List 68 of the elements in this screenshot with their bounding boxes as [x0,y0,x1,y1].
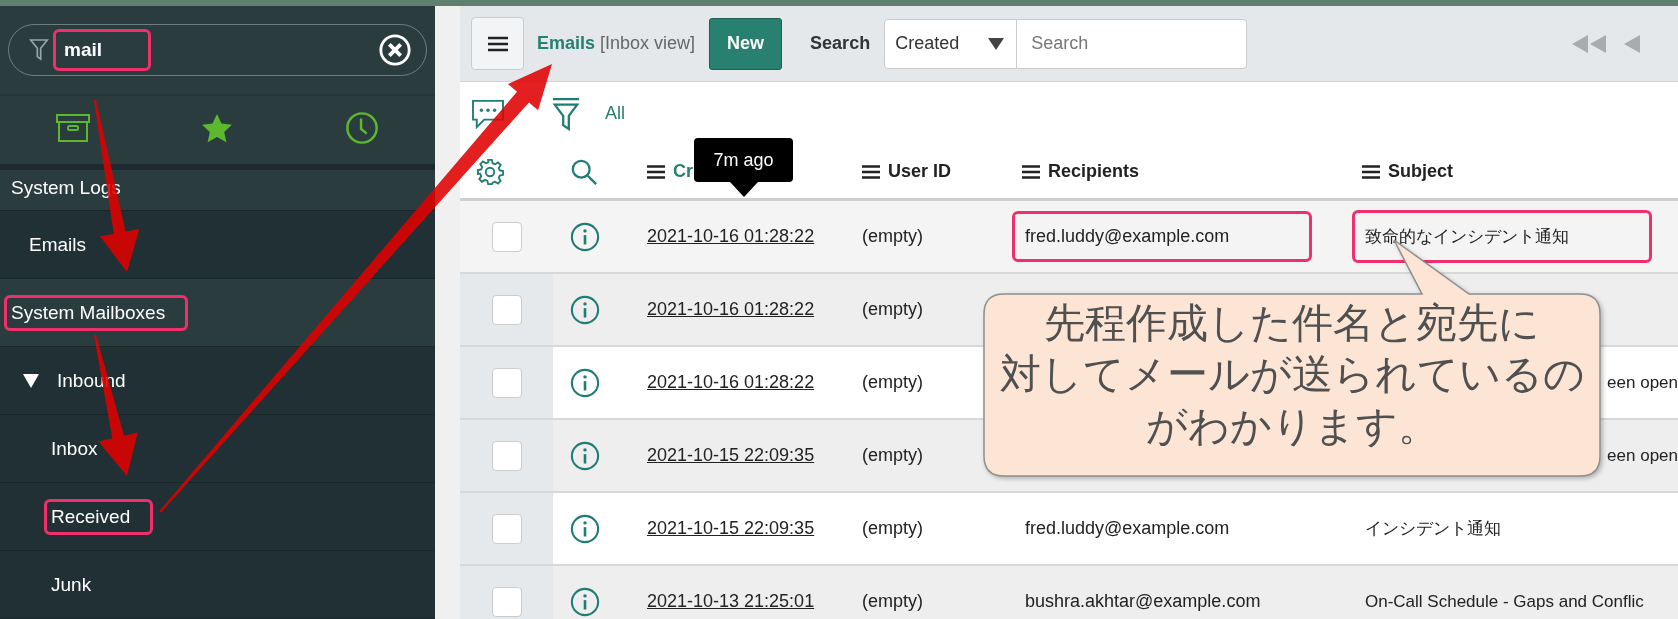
filter-input[interactable]: mail [53,29,151,71]
menu-button[interactable] [471,17,524,70]
column-menu-icon[interactable] [1362,164,1380,179]
user-id-cell: (empty) [862,518,923,539]
column-menu-icon[interactable] [862,164,880,179]
info-icon[interactable] [570,294,600,325]
nav-item[interactable]: Inbox [44,430,105,467]
row-checkbox[interactable] [491,294,522,325]
list-title: Emails [537,33,596,54]
column-header[interactable]: Recipients [1048,161,1140,182]
created-link[interactable]: 2021-10-16 01:28:22 [647,226,815,247]
user-id-cell: (empty) [862,445,923,466]
recipients-cell-text: bushra.akhtar@example.com [1024,590,1262,613]
search-field[interactable]: Search [1017,18,1248,69]
view-name: [Inbox view] [600,33,696,54]
clock-icon[interactable] [345,111,380,145]
info-icon[interactable] [570,513,600,544]
info-icon[interactable] [570,586,600,617]
column-menu-icon[interactable] [647,164,665,179]
created-link[interactable]: 2021-10-16 01:28:22 [647,372,815,393]
column-header[interactable]: User ID [888,161,952,182]
created-link[interactable]: 2021-10-16 01:28:22 [647,299,815,320]
nav-item[interactable]: Received [44,498,154,535]
row-checkbox[interactable] [491,513,522,544]
subject-cell-text: een open [1606,444,1678,467]
clear-icon[interactable] [378,33,412,67]
caret-icon [988,37,1005,50]
user-id-cell: (empty) [862,591,923,612]
user-id-cell: (empty) [862,226,923,247]
user-id-cell: (empty) [862,299,923,320]
menu-icon [487,35,508,52]
subject-cell-text: インシデント通知 [1364,518,1502,540]
archive-icon[interactable] [55,114,90,142]
new-button[interactable]: New [709,17,783,70]
nav-item[interactable]: Emails [22,226,93,263]
nav-section[interactable]: System Mailboxes [4,294,189,331]
created-link[interactable]: 2021-10-15 22:09:35 [647,445,815,466]
star-icon[interactable] [201,113,234,143]
row-checkbox[interactable] [491,440,522,471]
tooltip: 7m ago [694,138,793,197]
subject-cell: 致命的なインシデント通知 [1352,210,1652,263]
filter-icon [29,37,49,63]
info-icon[interactable] [570,367,600,398]
column-header[interactable]: Subject [1388,161,1453,182]
tooltip-pointer [729,182,758,197]
info-icon[interactable] [570,221,600,252]
settings-icon[interactable] [476,157,504,186]
callout-text: 先程作成した件名と宛先に 対してメールが送られているの がわかります。 [998,299,1586,451]
breadcrumb-link[interactable]: All [605,103,625,124]
info-icon[interactable] [570,440,600,471]
filter-icon[interactable] [551,96,581,131]
recipients-cell-text: fred.luddy@example.com [1024,517,1231,540]
user-id-cell: (empty) [862,372,923,393]
column-header[interactable]: Cr [673,161,693,182]
search-icon[interactable] [570,157,598,186]
row-checkbox[interactable] [491,221,522,252]
expand-triangle-icon[interactable] [22,372,40,389]
subject-cell-text: On-Call Schedule - Gaps and Conflic [1364,590,1645,613]
column-menu-icon[interactable] [1022,164,1040,179]
created-link[interactable]: 2021-10-15 22:09:35 [647,518,815,539]
search-column-select[interactable]: Created [884,18,1018,69]
recipients-cell: fred.luddy@example.com [1012,211,1313,262]
subject-cell-text: een open [1606,371,1678,394]
row-checkbox[interactable] [491,367,522,398]
created-link[interactable]: 2021-10-13 21:25:01 [647,591,815,612]
nav-item[interactable]: Junk [44,566,99,603]
row-checkbox[interactable] [491,586,522,617]
search-label: Search [810,33,871,54]
